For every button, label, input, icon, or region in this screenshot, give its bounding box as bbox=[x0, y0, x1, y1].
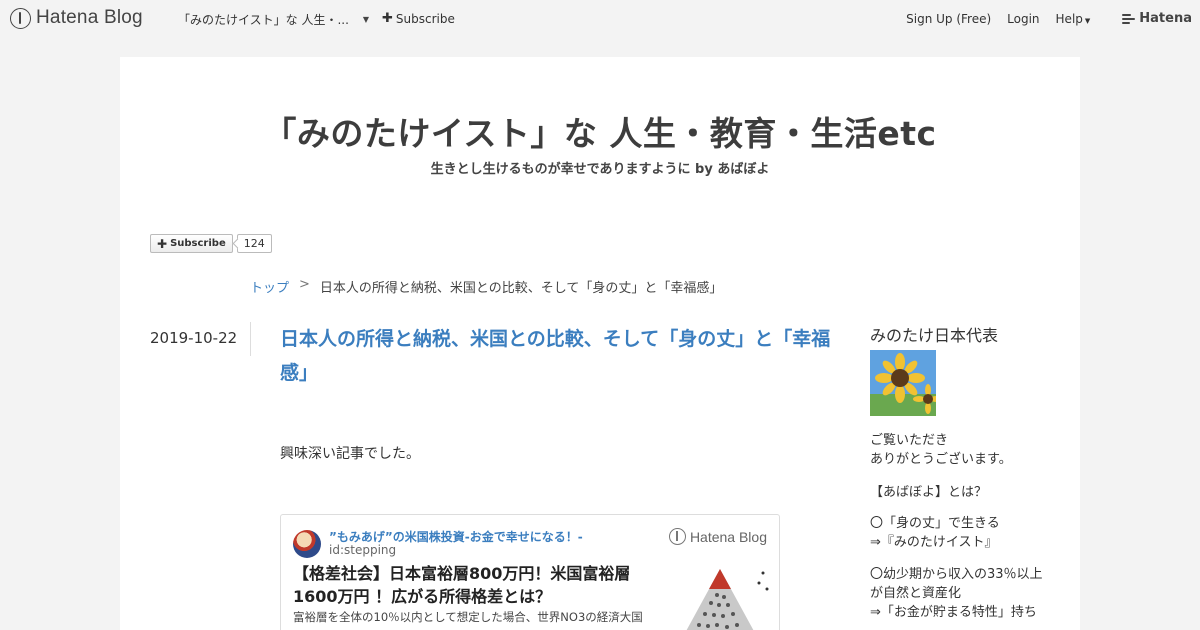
embed-blog-card[interactable]: ”もみあげ”の米国株投資-お金で幸せになる！- id:stepping Hate… bbox=[280, 514, 780, 630]
sidebar-line: 〇幼少期から収入の33％以上 bbox=[870, 567, 1043, 582]
header-subscribe-button[interactable]: ✚ Subscribe bbox=[382, 11, 455, 26]
sidebar-line: が自然と資産化 bbox=[870, 586, 962, 601]
hatena-brand-link[interactable]: Hatena bbox=[1106, 11, 1192, 26]
card-brand-text: Hatena Blog bbox=[689, 528, 767, 545]
header-subscribe-label: Subscribe bbox=[395, 11, 455, 26]
blog-title[interactable]: 「みのたけイスト」な 人生・教育・生活etc bbox=[120, 107, 1080, 155]
subscribe-button-label: Subscribe bbox=[170, 238, 226, 249]
hatena-lines-icon bbox=[1122, 13, 1136, 24]
breadcrumb: トップ > 日本人の所得と納税、米国との比較、そして「身の丈」と「幸福感」 bbox=[250, 277, 722, 296]
subscribe-widget: ✚ Subscribe 124 bbox=[150, 234, 272, 253]
card-author-id: id:stepping bbox=[329, 543, 397, 557]
sidebar-about-block-2: 〇幼少期から収入の33％以上 が自然と資産化 ⇒「お金が貯まる特性」持ち bbox=[870, 565, 1043, 622]
sidebar-profile-avatar[interactable] bbox=[870, 350, 936, 416]
blog-container: 「みのたけイスト」な 人生・教育・生活etc 生きとし生けるものが幸せであります… bbox=[120, 57, 1080, 630]
card-thumbnail-image bbox=[686, 569, 769, 630]
plus-icon: ✚ bbox=[382, 11, 393, 26]
subscriber-count[interactable]: 124 bbox=[236, 234, 272, 253]
logo-text: Hatena Blog bbox=[36, 7, 143, 28]
caret-down-icon: ▼ bbox=[1084, 16, 1091, 25]
blog-selector[interactable]: 「みのたけイスト」な 人生・... ▼ bbox=[178, 11, 369, 28]
blog-selector-label: 「みのたけイスト」な 人生・... bbox=[178, 13, 349, 27]
sidebar-about-block-1: 〇「身の丈」で生きる ⇒『みのたけイスト』 bbox=[870, 514, 1000, 552]
signup-link[interactable]: Sign Up (Free) bbox=[906, 12, 991, 26]
sidebar-line: ⇒『みのたけイスト』 bbox=[870, 535, 998, 550]
entry-title[interactable]: 日本人の所得と納税、米国との比較、そして「身の丈」と「幸福感」 bbox=[280, 322, 840, 390]
hatena-pen-icon bbox=[10, 7, 31, 29]
sidebar-line: 〇「身の丈」で生きる bbox=[870, 516, 1000, 531]
subscribe-button[interactable]: ✚ Subscribe bbox=[150, 234, 233, 253]
help-label: Help bbox=[1055, 11, 1083, 26]
date-divider bbox=[250, 322, 251, 356]
card-description: 富裕層を全体の10％以内として想定した場合、世界NO3の経済大国 bbox=[293, 610, 643, 624]
global-header: Hatena Blog 「みのたけイスト」な 人生・... ▼ ✚ Subscr… bbox=[0, 0, 1200, 36]
sidebar-line: ⇒「お金が貯まる特性」持ち bbox=[870, 605, 1037, 620]
breadcrumb-current: 日本人の所得と納税、米国との比較、そして「身の丈」と「幸福感」 bbox=[319, 281, 723, 296]
hatena-blog-logo[interactable]: Hatena Blog bbox=[10, 7, 143, 29]
sidebar-profile-title[interactable]: みのたけ日本代表 bbox=[870, 322, 998, 346]
breadcrumb-separator: > bbox=[299, 277, 310, 292]
card-author-avatar bbox=[293, 530, 321, 558]
blog-description: 生きとし生けるものが幸せでありますように by あばぼよ bbox=[430, 162, 770, 177]
entry-date[interactable]: 2019-10-22 bbox=[150, 329, 237, 347]
caret-down-icon: ▼ bbox=[362, 15, 370, 24]
card-title[interactable]: 【格差社会】日本富裕層800万円！米国富裕層1600万円 ！広がる所得格差とは？ bbox=[293, 562, 661, 608]
header-right-nav: Sign Up (Free) Login Help ▼ Hatena bbox=[890, 11, 1192, 26]
sidebar-line: ありがとうございます。 bbox=[870, 452, 1012, 467]
login-link[interactable]: Login bbox=[1007, 12, 1039, 26]
plus-icon: ✚ bbox=[157, 236, 168, 251]
sidebar-line: ご覧いただき bbox=[870, 433, 949, 448]
sidebar-about-heading: 【あばぼよ】とは？ bbox=[870, 485, 988, 500]
sidebar-greeting: ご覧いただき ありがとうございます。 bbox=[870, 431, 1012, 469]
card-hatena-blog-logo: Hatena Blog bbox=[668, 528, 767, 545]
hatena-pen-icon bbox=[668, 528, 686, 545]
help-menu[interactable]: Help ▼ bbox=[1056, 12, 1091, 26]
hatena-brand-text: Hatena bbox=[1139, 11, 1192, 26]
entry-body-text: 興味深い記事でした。 bbox=[280, 446, 420, 462]
breadcrumb-top-link[interactable]: トップ bbox=[250, 277, 289, 296]
